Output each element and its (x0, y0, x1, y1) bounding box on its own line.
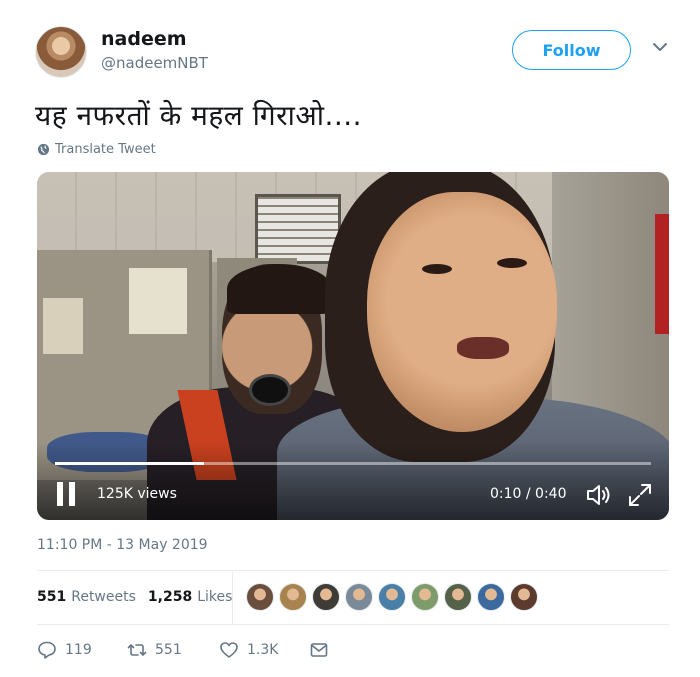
video-scene-watch (249, 374, 291, 406)
retweet-button[interactable]: 551 (127, 640, 182, 660)
tweet-text: यह नफरतों के महल गिराओ.... (35, 99, 363, 132)
tweet-timestamp[interactable]: 11:10 PM - 13 May 2019 (37, 537, 208, 553)
video-scene-man-hair (227, 264, 332, 314)
user-handle[interactable]: @nadeemNBT (101, 54, 208, 72)
liker-avatar[interactable] (477, 583, 505, 611)
like-button[interactable]: 1.3K (219, 640, 278, 660)
video-scene-eye (497, 258, 527, 268)
liker-avatars (246, 583, 538, 611)
liker-avatar[interactable] (510, 583, 538, 611)
pause-icon[interactable] (55, 482, 77, 508)
retweets-label: Retweets (71, 589, 136, 605)
video-controls-bar (37, 442, 669, 520)
retweet-icon (127, 644, 147, 656)
tweet-header: nadeem @nadeemNBT Follow (35, 24, 675, 80)
liker-avatar[interactable] (444, 583, 472, 611)
tweet-actions: 119 551 1.3K (37, 640, 537, 664)
tweet-stats: 551 Retweets 1,258 Likes (37, 585, 244, 609)
video-scene-red-strip (655, 214, 669, 334)
video-scene-poster (43, 298, 83, 354)
video-time: 0:10 / 0:40 (490, 486, 567, 502)
likes-stat[interactable]: 1,258 Likes (148, 589, 233, 605)
likes-label: Likes (197, 589, 233, 605)
direct-message-button[interactable] (309, 640, 329, 660)
liker-avatar[interactable] (378, 583, 406, 611)
video-player[interactable]: 125K views 0:10 / 0:40 (37, 172, 669, 520)
retweets-stat[interactable]: 551 Retweets (37, 589, 136, 605)
video-scene-woman-face (367, 192, 557, 432)
liker-avatar[interactable] (411, 583, 439, 611)
chevron-down-icon[interactable] (651, 38, 669, 56)
heart-icon (220, 642, 238, 658)
divider (37, 624, 669, 625)
video-scene-mouth (457, 337, 509, 359)
reply-button[interactable]: 119 (37, 640, 92, 660)
video-scene-eye (422, 264, 452, 274)
retweet-count: 551 (155, 642, 182, 658)
divider (232, 572, 233, 624)
volume-icon[interactable] (585, 482, 613, 508)
reply-count: 119 (65, 642, 92, 658)
fullscreen-icon[interactable] (627, 482, 653, 508)
liker-avatar[interactable] (312, 583, 340, 611)
video-scene-window (255, 194, 341, 264)
like-count: 1.3K (247, 642, 279, 658)
likes-count: 1,258 (147, 589, 193, 605)
avatar[interactable] (35, 26, 87, 78)
user-name[interactable]: nadeem (101, 28, 187, 50)
liker-avatar[interactable] (279, 583, 307, 611)
divider (37, 570, 669, 571)
mail-icon (310, 643, 328, 657)
video-progress-fill (55, 462, 204, 465)
liker-avatar[interactable] (246, 583, 274, 611)
video-scene-poster (129, 268, 187, 334)
retweets-count: 551 (37, 589, 67, 605)
translate-tweet-link[interactable]: Translate Tweet (37, 142, 156, 157)
video-views: 125K views (97, 486, 177, 502)
translate-label: Translate Tweet (55, 142, 156, 157)
reply-icon (38, 641, 56, 659)
liker-avatar[interactable] (345, 583, 373, 611)
globe-icon (37, 143, 50, 156)
follow-button[interactable]: Follow (512, 30, 631, 70)
